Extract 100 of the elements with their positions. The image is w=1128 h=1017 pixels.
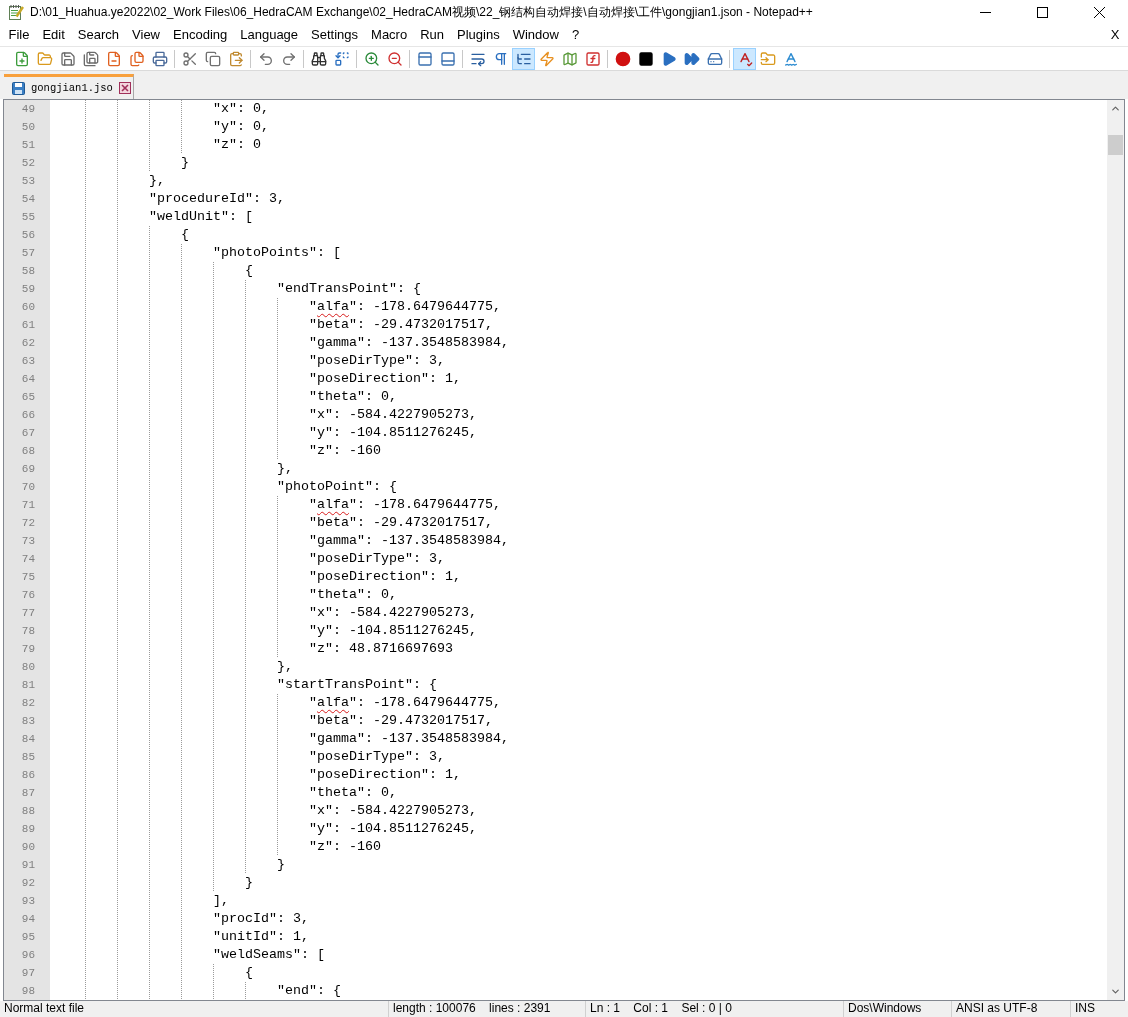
line-number: 52 bbox=[4, 154, 50, 172]
undo-icon bbox=[257, 50, 274, 67]
line-number: 87 bbox=[4, 784, 50, 802]
menu-item[interactable]: Run bbox=[413, 26, 451, 44]
clipboard-icon bbox=[227, 50, 244, 67]
drive-icon bbox=[706, 50, 723, 67]
line-number: 60 bbox=[4, 298, 50, 316]
code-line: }, bbox=[277, 658, 293, 676]
code-line: "y": 0, bbox=[213, 118, 269, 136]
line-number: 94 bbox=[4, 910, 50, 928]
toolbar-button[interactable] bbox=[512, 47, 535, 70]
code-line: "weldUnit": [ bbox=[149, 208, 253, 226]
code-line: }, bbox=[277, 460, 293, 478]
menu-item[interactable]: Window bbox=[506, 26, 566, 44]
floppy-disks-icon bbox=[82, 50, 99, 67]
line-number: 57 bbox=[4, 244, 50, 262]
fast-forward-icon bbox=[683, 50, 700, 67]
line-number: 64 bbox=[4, 370, 50, 388]
code-line: { bbox=[245, 964, 253, 982]
menu-item[interactable]: Search bbox=[71, 26, 126, 44]
code-line: "poseDirection": 1, bbox=[309, 568, 461, 586]
close-document-button[interactable]: X bbox=[1104, 26, 1126, 44]
status-text: length : 100076 lines : 2391 bbox=[393, 1001, 551, 1015]
line-number: 74 bbox=[4, 550, 50, 568]
code-line: { bbox=[245, 262, 253, 280]
code-line: "beta": -29.4732017517, bbox=[309, 712, 493, 730]
code-line: }, bbox=[149, 172, 165, 190]
code-line: { bbox=[181, 226, 189, 244]
line-number: 82 bbox=[4, 694, 50, 712]
line-number: 79 bbox=[4, 640, 50, 658]
code-line: ], bbox=[213, 892, 229, 910]
line-number: 95 bbox=[4, 928, 50, 946]
code-line: "photoPoint": { bbox=[277, 478, 397, 496]
line-number: 69 bbox=[4, 460, 50, 478]
record-icon bbox=[614, 50, 631, 67]
code-line: "x": 0, bbox=[213, 100, 269, 118]
vertical-scrollbar[interactable] bbox=[1107, 100, 1124, 1000]
folder-icon bbox=[36, 50, 53, 67]
line-number: 92 bbox=[4, 874, 50, 892]
code-line: "y": -104.8511276245, bbox=[309, 820, 477, 838]
code-line: "y": -104.8511276245, bbox=[309, 622, 477, 640]
caret-down-icon[interactable] bbox=[1110, 986, 1121, 997]
status-text: Dos\Windows bbox=[848, 1001, 922, 1015]
line-number: 98 bbox=[4, 982, 50, 1000]
line-number: 75 bbox=[4, 568, 50, 586]
line-number: 71 bbox=[4, 496, 50, 514]
line-number: 61 bbox=[4, 316, 50, 334]
file-tab[interactable]: gongjian1.jso bbox=[4, 74, 134, 99]
lightning-icon bbox=[538, 50, 555, 67]
menu-item[interactable]: Language bbox=[233, 26, 305, 44]
scroll-thumb[interactable] bbox=[1108, 135, 1123, 155]
line-number: 62 bbox=[4, 334, 50, 352]
code-line: "x": -584.4227905273, bbox=[309, 406, 477, 424]
line-number: 49 bbox=[4, 100, 50, 118]
menu-item[interactable]: View bbox=[125, 26, 167, 44]
close-icon bbox=[1094, 6, 1105, 18]
line-number: 93 bbox=[4, 892, 50, 910]
status-text: ANSI as UTF-8 bbox=[956, 1001, 1038, 1015]
line-number: 83 bbox=[4, 712, 50, 730]
menu-item[interactable]: Edit bbox=[35, 26, 72, 44]
menu-item[interactable]: ? bbox=[565, 26, 586, 44]
line-number: 90 bbox=[4, 838, 50, 856]
window-title: D:\01_Huahua.ye2022\02_Work Files\06_HedraCAM Exchange\02_HedraCAM视频\22_钢结构自动焊接\自动焊接\工件\gongjian1.json - Notepad++ bbox=[30, 4, 813, 20]
binoculars-icon bbox=[310, 50, 327, 67]
code-line: "poseDirection": 1, bbox=[309, 370, 461, 388]
code-line: } bbox=[245, 874, 253, 892]
code-line: "x": -584.4227905273, bbox=[309, 604, 477, 622]
stop-icon bbox=[637, 50, 654, 67]
redo-icon bbox=[280, 50, 297, 67]
zoom-out-icon bbox=[386, 50, 403, 67]
menu-item[interactable]: Settings bbox=[304, 26, 365, 44]
code-line: "poseDirType": 3, bbox=[309, 352, 445, 370]
maximize-icon bbox=[1037, 6, 1048, 18]
line-number: 80 bbox=[4, 658, 50, 676]
code-line: "startTransPoint": { bbox=[277, 676, 437, 694]
editor-panel[interactable] bbox=[3, 99, 1125, 1001]
close-icon[interactable] bbox=[118, 82, 131, 94]
line-number: 86 bbox=[4, 766, 50, 784]
folder-icon bbox=[759, 50, 776, 67]
line-number: 77 bbox=[4, 604, 50, 622]
line-number: 65 bbox=[4, 388, 50, 406]
status-text: Ln : 1 Col : 1 Sel : 0 | 0 bbox=[590, 1001, 732, 1015]
menu-item[interactable]: Macro bbox=[364, 26, 414, 44]
code-line: "beta": -29.4732017517, bbox=[309, 514, 493, 532]
files-icon bbox=[128, 50, 145, 67]
line-number: 70 bbox=[4, 478, 50, 496]
menu-item[interactable]: File bbox=[2, 26, 36, 44]
code-line: } bbox=[277, 856, 285, 874]
code-line: "x": -584.4227905273, bbox=[309, 802, 477, 820]
notepad-icon bbox=[8, 4, 24, 20]
menu-item[interactable]: Encoding bbox=[166, 26, 234, 44]
window-icon bbox=[439, 50, 456, 67]
line-number: 89 bbox=[4, 820, 50, 838]
menu-item[interactable]: Plugins bbox=[450, 26, 507, 44]
map-icon bbox=[561, 50, 578, 67]
line-number: 76 bbox=[4, 586, 50, 604]
zoom-in-icon bbox=[363, 50, 380, 67]
code-line: "gamma": -137.3548583984, bbox=[309, 334, 509, 352]
code-line: "theta": 0, bbox=[309, 388, 397, 406]
line-number: 58 bbox=[4, 262, 50, 280]
